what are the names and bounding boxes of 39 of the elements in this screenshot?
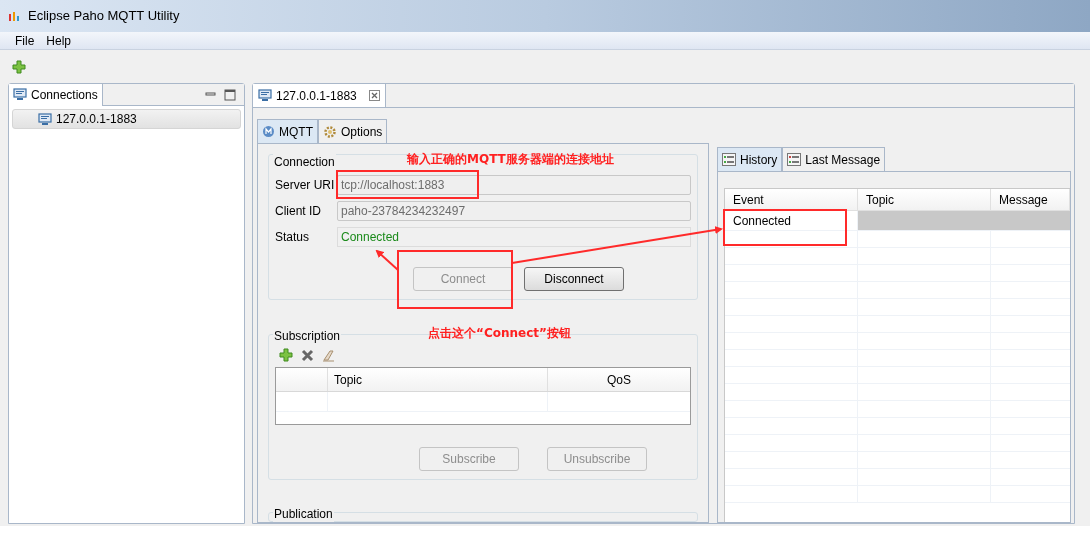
add-icon[interactable] <box>12 59 26 74</box>
field-label: Status <box>275 229 311 246</box>
monitor-icon <box>258 89 272 102</box>
annotation-text: 点击这个“Connect”按钮 <box>428 325 571 342</box>
maximize-icon[interactable] <box>224 88 236 101</box>
monitor-icon <box>13 88 27 101</box>
annotation-arrow <box>375 249 399 271</box>
column-header: QoS <box>606 372 632 389</box>
field-label: Client ID <box>275 203 322 220</box>
column-header: Event <box>725 189 858 210</box>
eraser-icon[interactable] <box>322 348 335 362</box>
add-icon[interactable] <box>279 348 293 362</box>
menu-item[interactable]: File <box>15 31 35 50</box>
view-tab[interactable]: Connections <box>9 83 103 106</box>
text-field[interactable]: paho-23784234232497 <box>337 201 691 221</box>
window-title: Eclipse Paho MQTT Utility <box>28 7 180 26</box>
status-field: Connected <box>337 227 691 247</box>
m-circle-icon <box>262 125 275 138</box>
delete-icon[interactable] <box>301 348 314 362</box>
column-header: Topic <box>858 189 991 210</box>
list-icon <box>787 153 802 166</box>
field-label: Server URI <box>275 177 336 194</box>
app-icon <box>8 10 20 22</box>
tab[interactable]: Options <box>318 119 388 143</box>
text-field[interactable]: tcp://localhost:1883 <box>337 175 691 195</box>
monitor-icon <box>38 112 52 126</box>
tab[interactable]: History <box>717 147 783 171</box>
editor-tab[interactable]: 127.0.0.1-1883 <box>253 84 386 107</box>
gear-icon <box>323 124 337 139</box>
tree-item[interactable]: 127.0.0.1-1883 <box>12 109 241 129</box>
menu-item[interactable]: Help <box>46 31 72 50</box>
tab[interactable]: Last Message <box>782 147 886 171</box>
list-icon <box>722 153 736 166</box>
push-button[interactable]: Disconnect <box>524 267 624 291</box>
close-icon[interactable] <box>368 90 380 101</box>
column-header: Topic <box>328 368 548 391</box>
column-header: Message <box>991 189 1070 210</box>
annotation-text: 输入正确的MQTT服务器端的连接地址 <box>407 151 614 168</box>
tab[interactable]: MQTT <box>257 119 318 143</box>
